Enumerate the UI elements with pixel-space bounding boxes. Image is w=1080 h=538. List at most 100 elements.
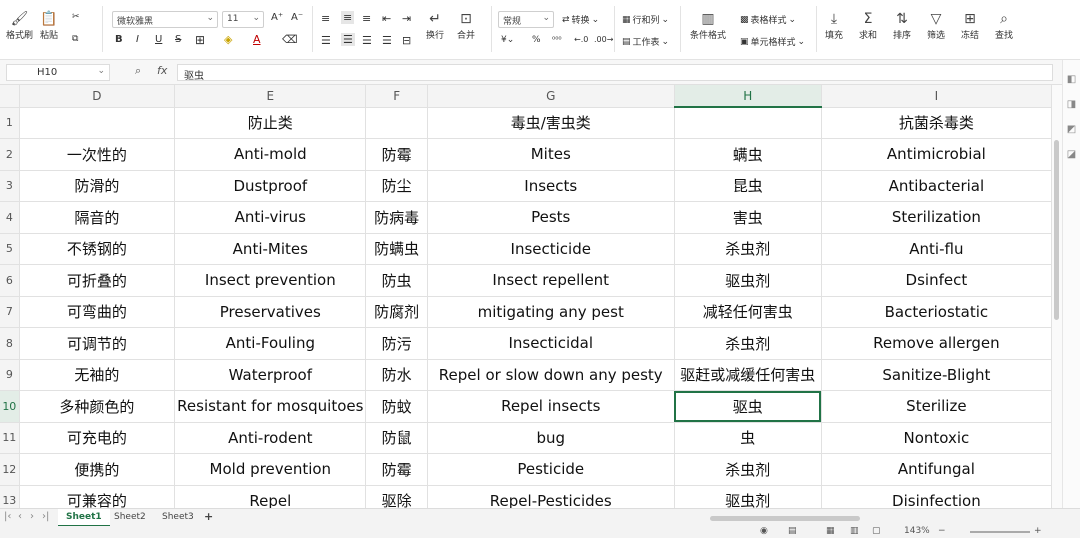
reading-view-icon[interactable]: ▢ [872,526,881,536]
row-header[interactable]: 2 [0,138,20,171]
cell-f1[interactable] [365,107,428,139]
cell-e3[interactable]: Dustproof [174,170,367,202]
row-header[interactable]: 6 [0,264,20,297]
cell-g13[interactable]: Repel-Pesticides [427,485,675,508]
side-tool-icon[interactable]: ◨ [1063,99,1080,110]
cell-i11[interactable]: Nontoxic [821,422,1052,454]
cell-d7[interactable]: 可弯曲的 [19,296,176,328]
cell-g12[interactable]: Pesticide [427,453,675,486]
normal-view-icon[interactable]: ▦ [826,526,835,536]
cell-f4[interactable]: 防病毒 [365,201,428,234]
cell-e1[interactable]: 防止类 [174,107,367,139]
cell-i10[interactable]: Sterilize [821,390,1052,423]
sheet-tab-sheet1[interactable]: Sheet1 [58,509,110,527]
cell-e11[interactable]: Anti-rodent [174,422,367,454]
sum-button[interactable]: Σ 求和 [859,10,877,41]
cell-i8[interactable]: Remove allergen [821,327,1052,360]
zoom-out-icon[interactable]: − [938,526,946,536]
font-color-button[interactable]: A [253,33,261,46]
align-center-icon[interactable]: ☰ [341,33,355,46]
scroll-thumb[interactable] [1054,140,1059,320]
cell-g1[interactable]: 毒虫/害虫类 [427,107,675,139]
underline-button[interactable]: U [155,34,162,45]
cell-h5[interactable]: 杀虫剂 [674,233,822,265]
zoom-formula-icon[interactable]: ⌕ [135,64,141,78]
column-header-f[interactable]: F [365,85,428,108]
worksheet-button[interactable]: ▤ 工作表 ⌄ [622,35,669,49]
first-sheet-icon[interactable]: |‹ [4,511,11,522]
cell-f13[interactable]: 驱除 [365,485,428,508]
cell-e12[interactable]: Mold prevention [174,453,367,486]
cell-h8[interactable]: 杀虫剂 [674,327,822,360]
last-sheet-icon[interactable]: ›| [42,511,49,522]
cell-d9[interactable]: 无袖的 [19,359,176,391]
strike-button[interactable]: S [175,34,181,45]
cell-i2[interactable]: Antimicrobial [821,138,1052,171]
cell-g5[interactable]: Insecticide [427,233,675,265]
fill-color-icon[interactable]: ◈ [224,33,232,46]
side-tool-icon[interactable]: ◧ [1063,74,1080,85]
eraser-icon[interactable]: ⌫ [282,33,298,46]
column-header-h[interactable]: H [674,85,822,108]
grow-font-icon[interactable]: A⁺ [271,12,283,23]
cell-g7[interactable]: mitigating any pest [427,296,675,328]
row-header[interactable]: 11 [0,422,20,454]
cell-d2[interactable]: 一次性的 [19,138,176,171]
align-right-icon[interactable]: ☰ [362,34,372,47]
zoom-in-icon[interactable]: + [1034,526,1042,536]
number-format-select[interactable]: 常规 ⌄ [498,11,554,28]
row-header[interactable]: 8 [0,327,20,360]
formula-input[interactable]: 驱虫 [177,64,1053,82]
cell-h1[interactable] [674,107,822,139]
table-style-button[interactable]: ▩ 表格样式 ⌄ [740,13,796,27]
conditional-format-button[interactable]: ▥ 条件格式 [690,10,726,41]
cell-g11[interactable]: bug [427,422,675,454]
sheet-tab-sheet3[interactable]: Sheet3 [154,509,202,527]
paste-button[interactable]: 📋 粘贴 [40,10,58,41]
cell-i5[interactable]: Anti-flu [821,233,1052,265]
function-icon[interactable]: fx [157,64,167,77]
cell-style-button[interactable]: ▣ 单元格样式 ⌄ [740,35,805,49]
indent-increase-icon[interactable]: ⇥ [402,12,411,25]
cell-d10[interactable]: 多种颜色的 [19,390,176,423]
cell-h11[interactable]: 虫 [674,422,822,454]
column-header-g[interactable]: G [427,85,675,108]
row-header[interactable]: 12 [0,453,20,486]
cell-h13[interactable]: 驱虫剂 [674,485,822,508]
add-sheet-button[interactable]: + [196,509,221,527]
cell-d1[interactable] [19,107,176,139]
cut-icon[interactable]: ✂ [72,12,80,22]
cell-d6[interactable]: 可折叠的 [19,264,176,297]
cell-g8[interactable]: Insecticidal [427,327,675,360]
italic-button[interactable]: I [136,34,139,45]
cell-i9[interactable]: Sanitize-Blight [821,359,1052,391]
cell-e10[interactable]: Resistant for mosquitoes [174,390,367,423]
next-sheet-icon[interactable]: › [30,511,34,522]
cell-i1[interactable]: 抗菌杀毒类 [821,107,1052,139]
column-header-e[interactable]: E [174,85,367,108]
column-header-i[interactable]: I [821,85,1052,108]
filter-button[interactable]: ▽ 筛选 [927,10,945,41]
cell-h9[interactable]: 驱赶或减缓任何害虫 [674,359,822,391]
cell-d12[interactable]: 便携的 [19,453,176,486]
cell-d13[interactable]: 可兼容的 [19,485,176,508]
border-icon[interactable]: ⊞ [195,33,205,47]
cell-g6[interactable]: Insect repellent [427,264,675,297]
row-header[interactable]: 4 [0,201,20,234]
row-header[interactable]: 7 [0,296,20,328]
convert-button[interactable]: ⇄ 转换 ⌄ [562,13,599,27]
cell-g3[interactable]: Insects [427,170,675,202]
prev-sheet-icon[interactable]: ‹ [18,511,22,522]
cell-h12[interactable]: 杀虫剂 [674,453,822,486]
scroll-thumb[interactable] [710,516,860,521]
sort-button[interactable]: ⇅ 排序 [893,10,911,41]
freeze-button[interactable]: ⊞ 冻结 [961,10,979,41]
cell-f9[interactable]: 防水 [365,359,428,391]
shrink-font-icon[interactable]: A⁻ [291,12,303,23]
cell-f12[interactable]: 防霉 [365,453,428,486]
cell-e7[interactable]: Preservatives [174,296,367,328]
vertical-scrollbar[interactable] [1052,85,1062,508]
cell-i3[interactable]: Antibacterial [821,170,1052,202]
cell-e5[interactable]: Anti-Mites [174,233,367,265]
justify-icon[interactable]: ☰ [382,34,392,47]
